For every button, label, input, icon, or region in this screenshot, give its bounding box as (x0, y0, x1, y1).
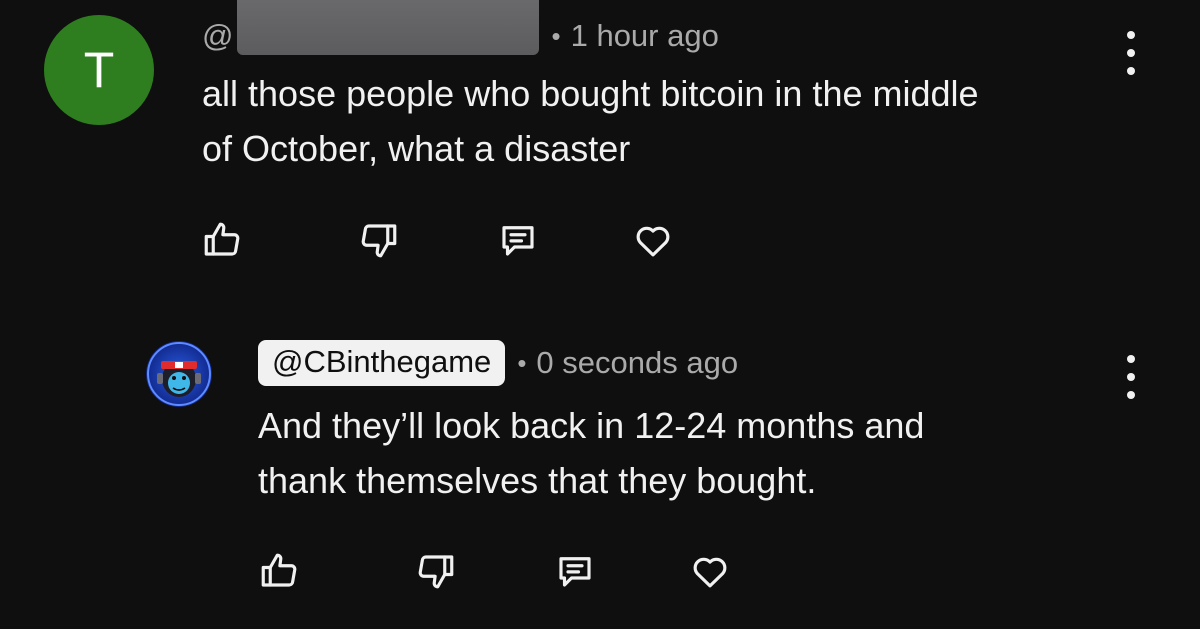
avatar-letter: T (83, 42, 115, 98)
meta-separator: • (517, 347, 527, 378)
gorilla-avatar-icon (146, 341, 212, 407)
heart-icon (693, 557, 727, 588)
comment-text-line: And they’ll look back in 12-24 months an… (258, 405, 925, 446)
comment-meta: @CBinthegame • 0 seconds ago (258, 340, 738, 386)
comment-text-line: all those people who bought bitcoin in t… (202, 73, 979, 114)
author-handle-chip[interactable]: @CBinthegame (258, 340, 506, 386)
avatar[interactable] (146, 341, 212, 407)
comment-meta: @ • 1 hour ago (202, 0, 719, 55)
redacted-username (237, 0, 540, 55)
timestamp: 1 hour ago (570, 18, 719, 53)
comment-text: all those people who bought bitcoin in t… (202, 66, 979, 176)
dislike-button[interactable] (356, 217, 402, 263)
reply-button[interactable] (552, 548, 598, 594)
like-button[interactable] (199, 217, 245, 263)
comment-text-line: thank themselves that they bought. (258, 460, 817, 501)
reply-button[interactable] (495, 217, 541, 263)
more-options-icon[interactable] (1121, 355, 1141, 399)
timestamp: 0 seconds ago (536, 345, 739, 380)
avatar[interactable]: T (44, 15, 154, 125)
comment-1: T @ • 1 hour ago all those people who bo… (0, 0, 1200, 300)
heart-button[interactable] (687, 548, 733, 594)
thumbs-down-icon (418, 555, 454, 589)
reply-icon (502, 226, 534, 256)
thumbs-down-icon (361, 224, 397, 258)
heart-button[interactable] (630, 217, 676, 263)
thumbs-up-icon (204, 222, 240, 256)
comment-text: And they’ll look back in 12-24 months an… (258, 398, 924, 508)
reply-icon (559, 557, 591, 587)
like-button[interactable] (256, 548, 302, 594)
comment-text-line: of October, what a disaster (202, 128, 631, 169)
comment-2: @CBinthegame • 0 seconds ago And they’ll… (0, 300, 1200, 629)
meta-separator: • (551, 20, 561, 51)
heart-icon (636, 226, 670, 257)
more-options-icon[interactable] (1121, 31, 1141, 75)
thumbs-up-icon (261, 553, 297, 587)
dislike-button[interactable] (413, 548, 459, 594)
author-handle-prefix[interactable]: @ (202, 18, 233, 54)
